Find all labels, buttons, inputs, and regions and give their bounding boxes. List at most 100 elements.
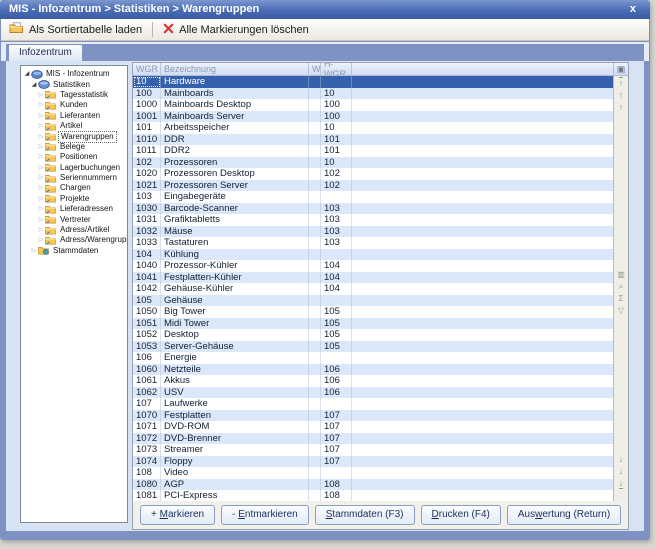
- tree-expanded-icon[interactable]: ◢: [30, 80, 38, 90]
- grid-row-1071[interactable]: 1071DVD-ROM107: [133, 421, 614, 433]
- scroll-up-fast-icon[interactable]: ↑: [614, 90, 628, 102]
- grid-row-1030[interactable]: 1030Barcode-Scanner103: [133, 203, 614, 215]
- grid-row-1001[interactable]: 1001Mainboards Server100: [133, 111, 614, 123]
- tree-collapsed-icon[interactable]: ▷: [37, 90, 45, 100]
- tree-item-projekte[interactable]: ▷Projekte: [21, 194, 127, 204]
- grid-row-100[interactable]: 100Mainboards10: [133, 88, 614, 100]
- grid-row-1051[interactable]: 1051Midi Tower105: [133, 318, 614, 330]
- scroll-down-icon[interactable]: ↓: [614, 454, 628, 466]
- tree-item-stammdaten[interactable]: ▷Stammdaten: [21, 246, 127, 256]
- tree-collapsed-icon[interactable]: ▷: [37, 204, 45, 214]
- tree-collapsed-icon[interactable]: ▷: [37, 111, 45, 121]
- grid-row-102[interactable]: 102Prozessoren10: [133, 157, 614, 169]
- tree-collapsed-icon[interactable]: ▷: [37, 235, 45, 245]
- tree-item-mis-infozentrum[interactable]: ◢MIS - Infozentrum: [21, 69, 127, 79]
- cell-filler: [352, 398, 614, 410]
- tree-item-vertreter[interactable]: ▷Vertreter: [21, 214, 127, 224]
- scroll-to-top-icon[interactable]: ↑: [614, 78, 628, 90]
- tree-item-belege[interactable]: ▷Belege: [21, 142, 127, 152]
- grid-row-1011[interactable]: 1011DDR2101: [133, 145, 614, 157]
- tree-collapsed-icon[interactable]: ▷: [37, 173, 45, 183]
- column-header-w[interactable]: W: [309, 63, 321, 75]
- grid-row-1042[interactable]: 1042Gehäuse-Kühler104: [133, 283, 614, 295]
- tree-collapsed-icon[interactable]: ▷: [30, 246, 38, 256]
- tree-item-lieferadressen[interactable]: ▷Lieferadressen: [21, 204, 127, 214]
- grid-row-1031[interactable]: 1031Grafiktabletts103: [133, 214, 614, 226]
- grid-row-1053[interactable]: 1053Server-Gehäuse105: [133, 341, 614, 353]
- stammdaten-button[interactable]: Stammdaten (F3): [315, 505, 415, 525]
- grid-row-107[interactable]: 107Laufwerke: [133, 398, 614, 410]
- grid-row-1010[interactable]: 1010DDR101: [133, 134, 614, 146]
- search-icon[interactable]: ⌕: [614, 281, 628, 293]
- grid-row-1080[interactable]: 1080AGP108: [133, 479, 614, 491]
- grid-row-1041[interactable]: 1041Festplatten-Kühler104: [133, 272, 614, 284]
- entmarkieren-button[interactable]: - Entmarkieren: [221, 505, 309, 525]
- grid-row-108[interactable]: 108Video: [133, 467, 614, 479]
- grid-row-1081[interactable]: 1081PCI-Express108: [133, 490, 614, 502]
- column-header-bezeichnung[interactable]: Bezeichnung: [161, 63, 309, 75]
- grid-row-1040[interactable]: 1040Prozessor-Kühler104: [133, 260, 614, 272]
- grid-row-1021[interactable]: 1021Prozessoren Server102: [133, 180, 614, 192]
- grid-row-10[interactable]: 10Hardware: [133, 76, 614, 88]
- close-button[interactable]: x: [630, 0, 636, 19]
- grid-row-1073[interactable]: 1073Streamer107: [133, 444, 614, 456]
- tree-item-lagerbuchungen[interactable]: ▷Lagerbuchungen: [21, 163, 127, 173]
- tree-collapsed-icon[interactable]: ▷: [37, 194, 45, 204]
- tree-expanded-icon[interactable]: ◢: [23, 69, 31, 79]
- tree-item-tagesstatistik[interactable]: ▷Tagesstatistik: [21, 90, 127, 100]
- tree-item-chargen[interactable]: ▷Chargen: [21, 183, 127, 193]
- tree-item-statistiken[interactable]: ◢Statistiken: [21, 79, 127, 89]
- scroll-up-icon[interactable]: ↑: [614, 102, 628, 114]
- tree-item-kunden[interactable]: ▷Kunden: [21, 100, 127, 110]
- tree-collapsed-icon[interactable]: ▷: [37, 225, 45, 235]
- markieren-button[interactable]: + Markieren: [140, 505, 215, 525]
- grid-row-1032[interactable]: 1032Mäuse103: [133, 226, 614, 238]
- tree-collapsed-icon[interactable]: ▷: [37, 152, 45, 162]
- tree-item-warengruppen[interactable]: ▷Warengruppen: [21, 131, 127, 141]
- tree-item-seriennummern[interactable]: ▷Seriennummern: [21, 173, 127, 183]
- grid-row-1061[interactable]: 1061Akkus106: [133, 375, 614, 387]
- tree-collapsed-icon[interactable]: ▷: [37, 121, 45, 131]
- column-chooser-icon[interactable]: ▣: [614, 63, 628, 76]
- tab-infozentrum[interactable]: Infozentrum: [8, 44, 83, 61]
- cell-hwgr: 102: [321, 180, 352, 192]
- drucken-button[interactable]: Drucken (F4): [421, 505, 501, 525]
- grid-row-1020[interactable]: 1020Prozessoren Desktop102: [133, 168, 614, 180]
- folder-icon: [45, 122, 58, 131]
- tree-collapsed-icon[interactable]: ▷: [37, 100, 45, 110]
- auswertung-button[interactable]: Auswertung (Return): [507, 505, 621, 525]
- cell-hwgr: [321, 352, 352, 364]
- clear-all-marks-button[interactable]: Alle Markierungen löschen: [155, 20, 317, 40]
- filter-icon[interactable]: ▽: [614, 305, 628, 317]
- grid-row-1033[interactable]: 1033Tastaturen103: [133, 237, 614, 249]
- grid-row-1070[interactable]: 1070Festplatten107: [133, 410, 614, 422]
- grid-row-1060[interactable]: 1060Netzteile106: [133, 364, 614, 376]
- grid-row-105[interactable]: 105Gehäuse: [133, 295, 614, 307]
- grid-row-1000[interactable]: 1000Mainboards Desktop100: [133, 99, 614, 111]
- sum-icon[interactable]: Σ: [614, 293, 628, 305]
- scroll-to-bottom-icon[interactable]: ↓: [614, 478, 628, 490]
- resize-columns-icon[interactable]: ▥: [614, 269, 628, 281]
- tree-item-lieferanten[interactable]: ▷Lieferanten: [21, 111, 127, 121]
- tree-item-positionen[interactable]: ▷Positionen: [21, 152, 127, 162]
- grid-row-1062[interactable]: 1062USV106: [133, 387, 614, 399]
- tree-item-adress-artikel[interactable]: ▷Adress/Artikel: [21, 225, 127, 235]
- grid-row-1072[interactable]: 1072DVD-Brenner107: [133, 433, 614, 445]
- tree-collapsed-icon[interactable]: ▷: [37, 132, 45, 142]
- grid-row-1052[interactable]: 1052Desktop105: [133, 329, 614, 341]
- load-as-sort-table-button[interactable]: Als Sortiertabelle laden: [1, 20, 150, 40]
- grid-row-101[interactable]: 101Arbeitsspeicher10: [133, 122, 614, 134]
- tree-collapsed-icon[interactable]: ▷: [37, 142, 45, 152]
- tree-collapsed-icon[interactable]: ▷: [37, 183, 45, 193]
- tree-item-adress-warengruppen[interactable]: ▷Adress/Warengruppen: [21, 235, 127, 245]
- tree-collapsed-icon[interactable]: ▷: [37, 163, 45, 173]
- tree-collapsed-icon[interactable]: ▷: [37, 215, 45, 225]
- grid-row-1050[interactable]: 1050Big Tower105: [133, 306, 614, 318]
- column-header-wgr[interactable]: WGR▼: [133, 63, 161, 75]
- grid-row-1074[interactable]: 1074Floppy107: [133, 456, 614, 468]
- grid-row-106[interactable]: 106Energie: [133, 352, 614, 364]
- scroll-down-fast-icon[interactable]: ↓: [614, 466, 628, 478]
- grid-row-103[interactable]: 103Eingabegeräte: [133, 191, 614, 203]
- grid-row-104[interactable]: 104Kühlung: [133, 249, 614, 261]
- column-header-hwgr[interactable]: H-WGR: [321, 63, 352, 75]
